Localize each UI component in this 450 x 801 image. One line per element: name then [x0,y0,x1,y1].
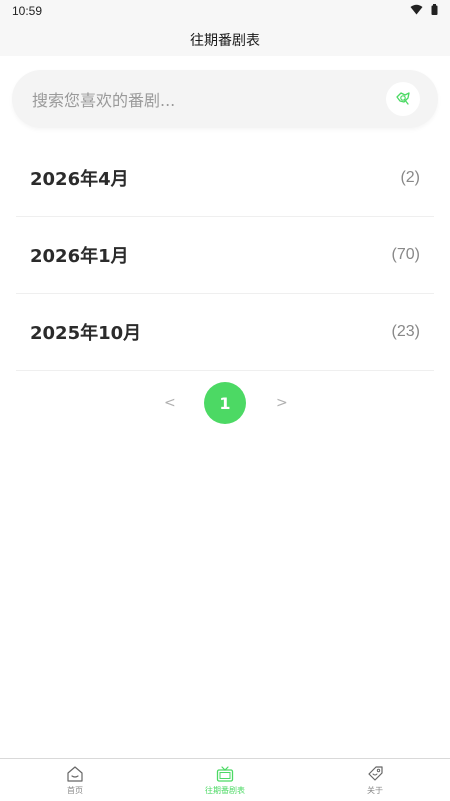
season-item[interactable]: 2026年1月 (70) [16,217,434,294]
season-count: (23) [391,323,420,340]
season-item[interactable]: 2026年4月 (2) [16,140,434,217]
season-name: 2026年1月 [30,246,129,267]
tab-about[interactable]: 关于 [300,759,450,801]
tab-home[interactable]: 首页 [0,759,150,801]
search-icon [396,92,410,105]
prev-page-button[interactable]: < [164,395,176,411]
season-item[interactable]: 2025年10月 (23) [16,294,434,371]
season-list: 2026年4月 (2) 2026年1月 (70) 2025年10月 (23) [16,140,434,371]
search-input[interactable] [30,70,374,130]
pagination: < 1 > [0,382,450,424]
wifi-icon [410,4,423,15]
status-icons [410,4,438,15]
tag-icon [368,766,383,781]
season-name: 2026年4月 [30,169,129,190]
season-name: 2025年10月 [30,323,142,344]
season-count: (2) [400,169,420,186]
next-page-button[interactable]: > [276,395,288,411]
bottom-tab-bar: 首页 往期番剧表 关于 [0,758,450,801]
tab-past-schedule-label: 往期番剧表 [205,786,245,795]
tab-home-label: 首页 [67,786,83,795]
page-title: 往期番剧表 [190,33,260,49]
current-page-button[interactable]: 1 [204,382,246,424]
status-time: 10:59 [12,4,43,18]
tv-icon [216,766,234,782]
status-bar: 10:59 [0,0,450,22]
app-header: 往期番剧表 [0,22,450,56]
tab-about-label: 关于 [367,786,383,795]
search-bar [12,70,438,130]
battery-icon [431,4,438,15]
tab-past-schedule[interactable]: 往期番剧表 [150,759,300,801]
search-button[interactable] [386,82,420,116]
home-icon [67,766,83,782]
season-count: (70) [391,246,420,263]
